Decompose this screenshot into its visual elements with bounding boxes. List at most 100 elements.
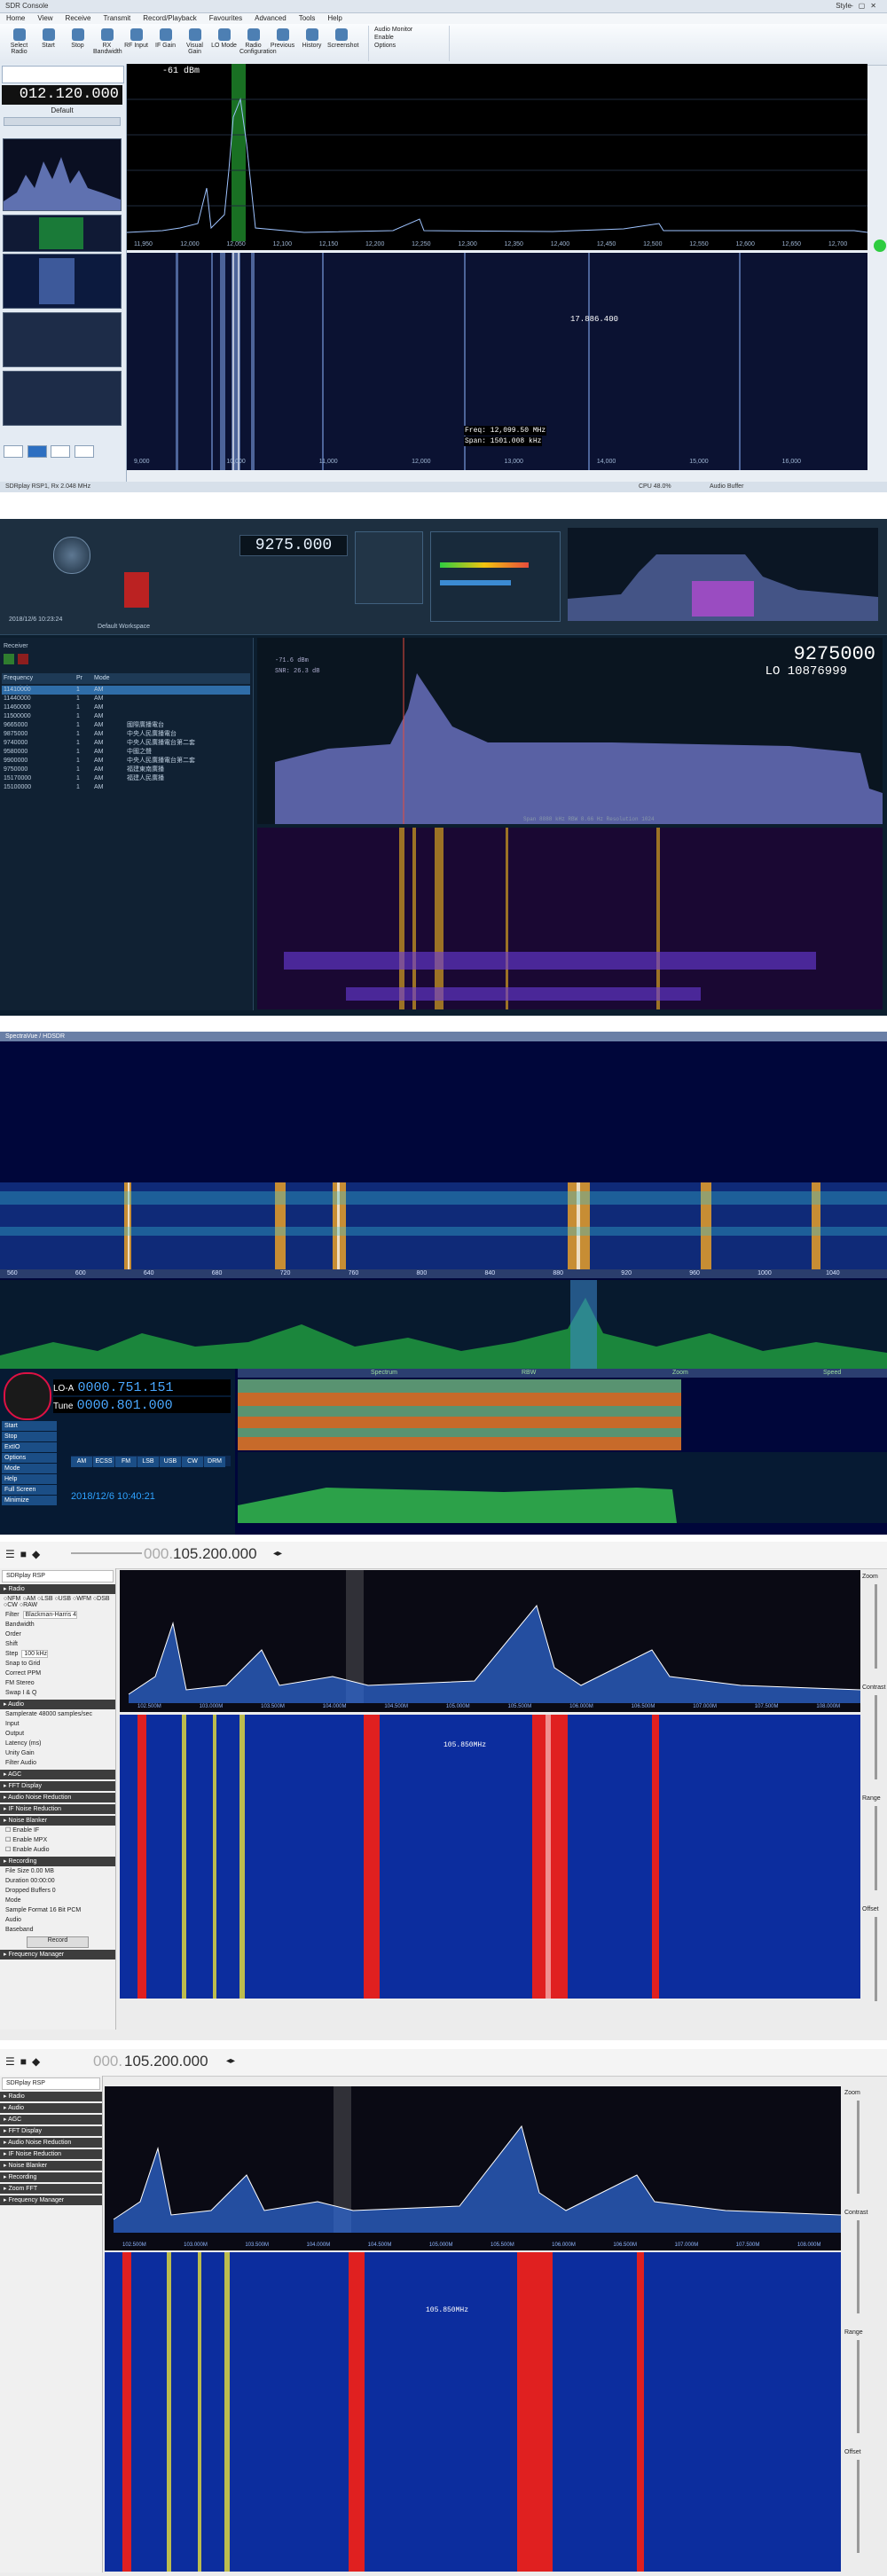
list-row[interactable]: 11460000 1 AM: [2, 703, 250, 712]
list-row[interactable]: 9750000 1 AM 福建東南廣播: [2, 766, 250, 774]
ribbon-button-lo-mode[interactable]: LO Mode: [210, 27, 238, 49]
menu-icons[interactable]: ☰■◆: [5, 2055, 45, 2068]
rail-slider-zoom[interactable]: [875, 1584, 877, 1669]
section-header-audio[interactable]: ▸ Audio: [0, 1700, 115, 1709]
menu-item-view[interactable]: View: [37, 14, 52, 22]
section-header-audio-noise-reduction[interactable]: ▸ Audio Noise Reduction: [0, 2138, 102, 2148]
ribbon-button-select-radio[interactable]: Select Radio: [5, 27, 33, 55]
side-button-help[interactable]: Help: [2, 1474, 57, 1484]
section-header-recording[interactable]: ▸ Recording: [0, 2172, 102, 2182]
checkbox-enable_if[interactable]: ☐ Enable IF: [0, 1826, 115, 1835]
section-header-audio-noise-reduction[interactable]: ▸ Audio Noise Reduction: [0, 1793, 115, 1802]
rail-slider-range[interactable]: [875, 1806, 877, 1890]
ribbon-button-screenshot[interactable]: Screenshot: [327, 27, 358, 49]
mode-radio-usb[interactable]: ○USB: [54, 1596, 73, 1602]
side-button-mode[interactable]: Mode: [2, 1464, 57, 1473]
menu-item-transmit[interactable]: Transmit: [103, 14, 130, 22]
menu-item-home[interactable]: Home: [6, 14, 25, 22]
vfo-frequency[interactable]: 105.200.000: [124, 2053, 208, 2070]
list-row[interactable]: 9900000 1 AM 中央人民廣播電台第二套: [2, 757, 250, 766]
menu-icons[interactable]: ☰■◆: [5, 1548, 45, 1560]
list-row[interactable]: 9875000 1 AM 中央人民廣播電台: [2, 730, 250, 739]
mode-button-lsb[interactable]: LSB: [137, 1457, 159, 1467]
list-row[interactable]: 9665000 1 AM 國際廣播電台: [2, 721, 250, 730]
volume-slider[interactable]: [71, 1552, 142, 1554]
row-value[interactable]: 100 kHz: [21, 1650, 49, 1658]
side-button-extio[interactable]: ExtIO: [2, 1442, 57, 1452]
bar-label-spectrum[interactable]: Spectrum: [371, 1369, 397, 1378]
row-value[interactable]: Blackman-Harris 4: [22, 1611, 78, 1619]
step-arrows-icon[interactable]: ◂▸: [226, 2056, 235, 2066]
ribbon-button-previous[interactable]: Previous: [269, 27, 296, 49]
section-header-recording[interactable]: ▸ Recording: [0, 1857, 115, 1866]
rail-slider-zoom[interactable]: [857, 2101, 860, 2194]
enable-checkbox[interactable]: Enable: [369, 34, 449, 42]
checkbox-enable_audio[interactable]: ☐ Enable Audio: [0, 1845, 115, 1855]
stop-icon[interactable]: [18, 654, 28, 664]
side-button-minimize[interactable]: Minimize: [2, 1496, 57, 1505]
agc-buttons[interactable]: [4, 445, 121, 458]
main-frequency-display[interactable]: 012.120.000: [2, 85, 122, 105]
list-row[interactable]: 9740000 1 AM 中央人民廣播電台第二套: [2, 739, 250, 748]
ribbon-button-history[interactable]: History: [298, 27, 326, 49]
vfo-frequency[interactable]: 105.200.000: [173, 1545, 257, 1563]
source-select[interactable]: SDRplay RSP: [2, 1570, 114, 1583]
list-row[interactable]: 9580000 1 AM 中國之聲: [2, 748, 250, 757]
collapse-handle-icon[interactable]: [874, 240, 886, 252]
list-row[interactable]: 11500000 1 AM: [2, 712, 250, 721]
spectrum-panel[interactable]: -61 dBm 11,950 12,000 12,050 12,100 12,150 12…: [127, 64, 867, 250]
window-controls[interactable]: –▢✕: [849, 0, 882, 12]
checkbox-enable_mpx[interactable]: ☐ Enable MPX: [0, 1835, 115, 1845]
section-header-agc[interactable]: ▸ AGC: [0, 1770, 115, 1779]
mode-radio-raw[interactable]: ○RAW: [20, 1602, 37, 1608]
rail-slider-offset[interactable]: [857, 2460, 860, 2553]
mode-radio-group[interactable]: ○NFM ○AM ○LSB ○USB ○WFM ○DSB ○CW ○RAW: [0, 1594, 115, 1610]
bar-label-zoom[interactable]: Zoom: [672, 1369, 688, 1378]
list-row[interactable]: 15170000 1 AM 福建人民廣播: [2, 774, 250, 783]
ribbon-button-stop[interactable]: Stop: [64, 27, 91, 49]
section-header-radio[interactable]: ▸ Radio: [0, 1584, 115, 1594]
list-header-frequency[interactable]: Frequency: [2, 673, 75, 684]
menu-item-favourites[interactable]: Favourites: [209, 14, 242, 22]
bar-label-speed[interactable]: Speed: [823, 1369, 841, 1378]
mode-button-ecss[interactable]: ECSS: [93, 1457, 114, 1467]
ribbon-button-if-gain[interactable]: IF Gain: [152, 27, 179, 49]
side-button-start[interactable]: Start: [2, 1421, 57, 1431]
rail-slider-range[interactable]: [857, 2340, 860, 2433]
section-header-noise-blanker[interactable]: ▸ Noise Blanker: [0, 2161, 102, 2171]
mode-button-am[interactable]: AM: [71, 1457, 92, 1467]
ribbon-button-start[interactable]: Start: [35, 27, 62, 49]
side-button-options[interactable]: Options: [2, 1453, 57, 1463]
section-header-if-noise-reduction[interactable]: ▸ IF Noise Reduction: [0, 2149, 102, 2159]
section-header-audio[interactable]: ▸ Audio: [0, 2103, 102, 2113]
menu-item-recordplayback[interactable]: Record/Playback: [143, 14, 196, 22]
waterfall-panel[interactable]: 17.886.400 Freq: 12,099.50 MHz Span: 150…: [127, 253, 867, 470]
list-row[interactable]: 11440000 1 AM: [2, 695, 250, 703]
section-header-agc[interactable]: ▸ AGC: [0, 2115, 102, 2124]
source-select[interactable]: SDRplay RSP: [2, 2077, 100, 2090]
rail-slider-contrast[interactable]: [857, 2220, 860, 2313]
section-header-frequency-manager[interactable]: ▸ Frequency Manager: [0, 2195, 102, 2205]
record-button[interactable]: Record: [27, 1936, 89, 1948]
menu-item-help[interactable]: Help: [327, 14, 341, 22]
vfo-frequency-lcd[interactable]: 9275.000: [239, 535, 348, 556]
bar-label-rbw[interactable]: RBW: [522, 1369, 536, 1378]
section-header-if-noise-reduction[interactable]: ▸ IF Noise Reduction: [0, 1804, 115, 1814]
volume-slider[interactable]: [4, 117, 121, 126]
mode-button-drm[interactable]: DRM: [204, 1457, 225, 1467]
section-header-fft-display[interactable]: ▸ FFT Display: [0, 1781, 115, 1791]
mode-radio-wfm[interactable]: ○WFM: [73, 1596, 93, 1602]
section-header-noise-blanker[interactable]: ▸ Noise Blanker: [0, 1816, 115, 1826]
list-row[interactable]: 15100000 1 AM: [2, 783, 250, 792]
mode-radio-lsb[interactable]: ○LSB: [37, 1596, 54, 1602]
rail-slider-contrast[interactable]: [875, 1695, 877, 1779]
main-spectrum[interactable]: 9275000 LO 10876999 -71.6 dBm SNR: 26.3 …: [257, 638, 883, 824]
tuning-knob[interactable]: [53, 537, 90, 574]
mode-button-fm[interactable]: FM: [115, 1457, 137, 1467]
list-header-pr[interactable]: Pr: [75, 673, 92, 684]
list-row[interactable]: 11410000 1 AM: [2, 686, 250, 695]
ribbon-button-visual-gain[interactable]: Visual Gain: [181, 27, 208, 55]
record-button[interactable]: [124, 572, 149, 608]
section-header-frequency-manager[interactable]: ▸ Frequency Manager: [0, 1950, 115, 1959]
ribbon-button-rf-input[interactable]: RF Input: [122, 27, 150, 49]
